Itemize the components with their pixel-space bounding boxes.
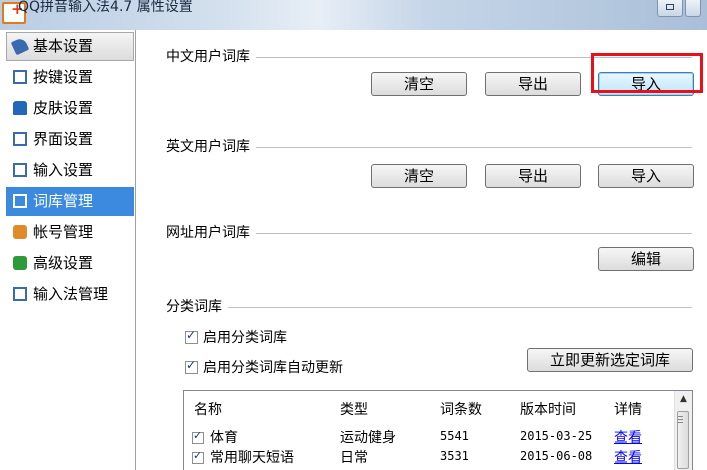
chinese-clear-button[interactable]: 清空 — [371, 72, 467, 96]
row-date: 2015-03-25 — [520, 429, 593, 443]
url-edit-button[interactable]: 编辑 — [598, 247, 694, 271]
column-header-detail[interactable]: 详情 — [614, 399, 642, 419]
advanced-icon — [13, 256, 27, 270]
checkbox-label: 启用分类词库 — [203, 330, 287, 346]
chinese-export-button[interactable]: 导出 — [485, 72, 581, 96]
english-dict-title: 英文用户词库 — [166, 136, 256, 156]
sidebar: 基本设置 按键设置 皮肤设置 界面设置 输入设置 词库管理 帐号管理 高级设置 … — [0, 30, 136, 470]
sidebar-item-dictionary[interactable]: 词库管理 — [6, 187, 134, 216]
enable-category-checkbox[interactable]: 启用分类词库 — [185, 327, 287, 347]
sidebar-item-label: 界面设置 — [33, 130, 94, 148]
category-list[interactable]: 名称 类型 词条数 版本时间 详情 体育 运动健身 5541 2015-03-2… — [183, 390, 693, 470]
sidebar-item-label: 皮肤设置 — [33, 99, 94, 117]
sidebar-item-label: 词库管理 — [33, 192, 94, 210]
row-detail-link[interactable]: 查看 — [614, 447, 642, 467]
english-clear-button[interactable]: 清空 — [371, 164, 467, 188]
wrench-icon — [10, 36, 30, 56]
english-export-button[interactable]: 导出 — [485, 164, 581, 188]
shirt-icon — [13, 101, 27, 115]
chinese-dict-title: 中文用户词库 — [166, 46, 256, 66]
sidebar-item-label: 基本设置 — [33, 37, 94, 55]
row-type: 日常 — [340, 450, 368, 466]
dictionary-icon — [13, 194, 27, 208]
sidebar-item-input[interactable]: 输入设置 — [6, 156, 134, 185]
account-icon — [13, 225, 27, 239]
divider — [168, 307, 692, 308]
sidebar-item-label: 按键设置 — [33, 68, 94, 86]
sidebar-item-skin[interactable]: 皮肤设置 — [6, 94, 134, 123]
maximize-button[interactable] — [657, 0, 683, 17]
window-controls — [657, 0, 701, 17]
sidebar-item-label: 帐号管理 — [33, 223, 94, 241]
row-name-cell[interactable]: 体育 — [192, 427, 238, 447]
sidebar-item-basic[interactable]: 基本设置 — [6, 32, 134, 61]
interface-icon — [13, 132, 27, 146]
checkbox-label: 启用分类词库自动更新 — [203, 360, 343, 376]
auto-update-checkbox[interactable]: 启用分类词库自动更新 — [185, 357, 343, 377]
row-name: 常用聊天短语 — [210, 450, 294, 466]
row-name-cell[interactable]: 常用聊天短语 — [192, 447, 294, 467]
checkbox-checked-icon — [185, 328, 198, 344]
url-dict-title: 网址用户词库 — [166, 222, 256, 242]
input-icon — [13, 163, 27, 177]
column-header-date[interactable]: 版本时间 — [520, 399, 576, 419]
english-import-button[interactable]: 导入 — [598, 164, 694, 188]
checkbox-checked-icon[interactable] — [192, 429, 204, 444]
checkbox-checked-icon — [185, 358, 198, 374]
maximize-icon — [666, 4, 674, 10]
category-dict-title: 分类词库 — [166, 296, 228, 316]
row-date: 2015-06-08 — [520, 449, 593, 463]
vertical-scrollbar[interactable]: ▲ — [674, 391, 692, 470]
column-header-name[interactable]: 名称 — [194, 399, 222, 419]
sidebar-item-label: 输入设置 — [33, 161, 94, 179]
sidebar-item-ime-manage[interactable]: 输入法管理 — [6, 280, 134, 309]
sidebar-item-advanced[interactable]: 高级设置 — [6, 249, 134, 278]
update-selected-button[interactable]: 立即更新选定词库 — [527, 348, 693, 372]
column-header-count[interactable]: 词条数 — [440, 399, 482, 419]
sidebar-item-keys[interactable]: 按键设置 — [6, 63, 134, 92]
sidebar-item-account[interactable]: 帐号管理 — [6, 218, 134, 247]
sidebar-item-label: 输入法管理 — [33, 285, 109, 303]
grip-icon — [678, 416, 683, 417]
scroll-up-icon[interactable]: ▲ — [675, 391, 692, 408]
row-type: 运动健身 — [340, 430, 396, 446]
highlight-box — [591, 53, 703, 93]
keyboard-icon — [13, 70, 27, 84]
row-count: 5541 — [440, 429, 469, 443]
scroll-thumb[interactable] — [677, 411, 689, 469]
window-title: QQ拼音输入法4.7 属性设置 — [18, 0, 193, 15]
sidebar-item-interface[interactable]: 界面设置 — [6, 125, 134, 154]
row-detail-link[interactable]: 查看 — [614, 427, 642, 447]
checkbox-checked-icon[interactable] — [192, 449, 204, 464]
ime-manage-icon — [13, 287, 27, 301]
row-name: 体育 — [210, 430, 238, 446]
title-bar: + QQ拼音输入法4.7 属性设置 — [0, 0, 707, 30]
column-header-type[interactable]: 类型 — [340, 399, 368, 419]
row-count: 3531 — [440, 449, 469, 463]
sidebar-item-label: 高级设置 — [33, 254, 94, 272]
close-button[interactable] — [685, 0, 701, 17]
